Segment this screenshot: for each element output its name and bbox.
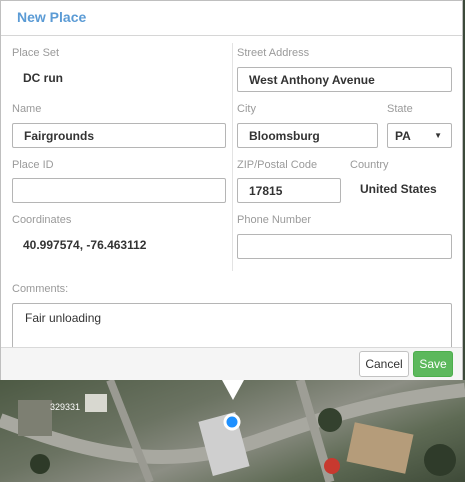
name-field[interactable]: Fairgrounds xyxy=(12,123,226,148)
road xyxy=(106,380,154,482)
zip-field[interactable]: 17815 xyxy=(237,178,341,203)
country-value: United States xyxy=(360,182,437,196)
tree xyxy=(424,444,456,476)
dialog-footer: Cancel Save xyxy=(1,347,462,380)
state-label: State xyxy=(387,103,413,115)
coordinates-value: 40.997574, -76.463112 xyxy=(23,238,147,252)
chevron-down-icon: ▼ xyxy=(434,131,442,140)
state-select[interactable]: PA ▼ xyxy=(387,123,452,148)
place-id-label: Place ID xyxy=(12,159,54,171)
phone-field[interactable] xyxy=(237,234,452,259)
dialog-header: New Place xyxy=(1,1,462,36)
parcel-label: 329331 xyxy=(50,402,80,412)
city-label: City xyxy=(237,103,256,115)
street-field[interactable]: West Anthony Avenue xyxy=(237,67,452,92)
comments-textarea[interactable]: Fair unloading xyxy=(12,303,452,349)
zip-label: ZIP/Postal Code xyxy=(237,159,318,171)
building xyxy=(346,422,414,474)
place-id-field[interactable] xyxy=(12,178,226,203)
country-label: Country xyxy=(350,159,389,171)
city-field[interactable]: Bloomsburg xyxy=(237,123,378,148)
street-label: Street Address xyxy=(237,47,310,59)
place-set-label: Place Set xyxy=(12,47,60,59)
new-place-dialog: New Place Place Set DC run Name Fairgrou… xyxy=(0,0,463,380)
building xyxy=(85,394,107,412)
red-roof xyxy=(324,458,340,474)
state-value: PA xyxy=(395,129,411,143)
dialog-title: New Place xyxy=(17,9,87,25)
tree xyxy=(318,408,342,432)
coordinates-label: Coordinates xyxy=(12,214,72,226)
place-set-value: DC run xyxy=(23,71,63,85)
tree xyxy=(30,454,50,474)
name-label: Name xyxy=(12,103,42,115)
building xyxy=(18,400,52,436)
cancel-button[interactable]: Cancel xyxy=(359,351,409,377)
popup-pointer xyxy=(222,380,244,400)
phone-label: Phone Number xyxy=(237,214,311,226)
save-button[interactable]: Save xyxy=(413,351,453,377)
column-divider xyxy=(232,43,233,271)
comments-label: Comments: xyxy=(12,283,69,295)
location-pin-icon[interactable] xyxy=(223,413,241,431)
